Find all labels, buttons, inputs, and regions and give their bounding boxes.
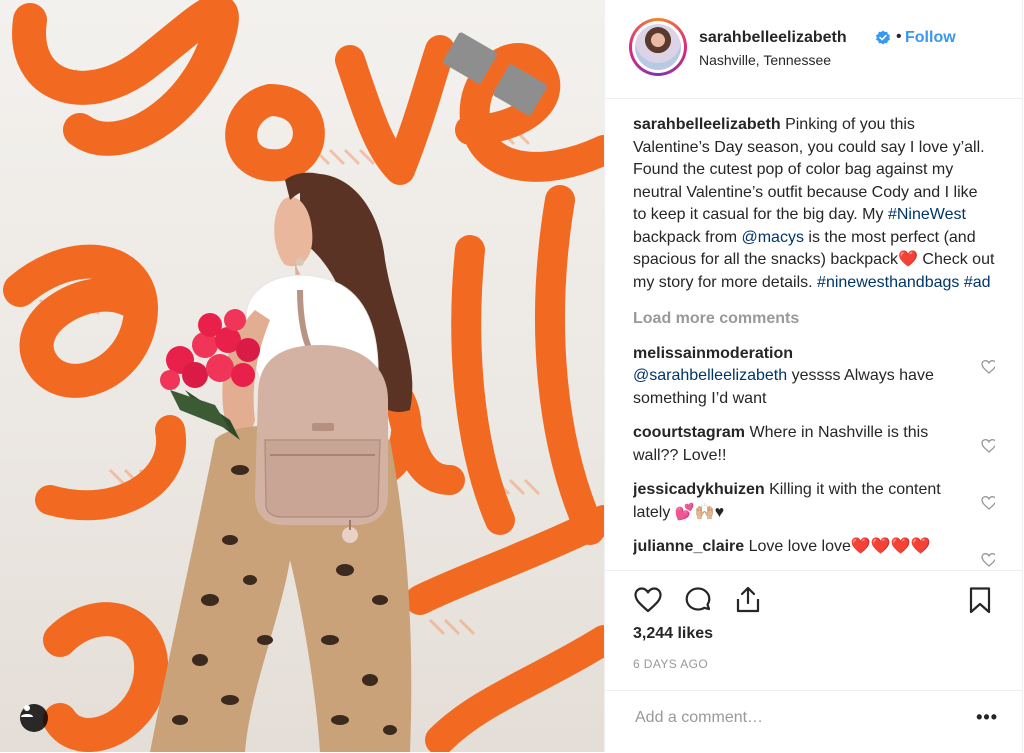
post-actions-bar	[605, 570, 1022, 627]
post-photo[interactable]	[0, 0, 604, 752]
comment-username[interactable]: julianne_claire	[633, 538, 744, 555]
heart-icon[interactable]	[633, 585, 663, 615]
comments-section[interactable]: sarahbelleelizabeth Pinking of you this …	[633, 114, 995, 570]
user-tag-icon	[21, 705, 33, 717]
mention-link[interactable]: @macys	[741, 229, 803, 246]
add-comment-input[interactable]	[633, 705, 957, 731]
likes-count[interactable]: 3,244 likes	[633, 625, 713, 643]
comment-item: coourtstagram Where in Nashville is this…	[633, 422, 995, 467]
post-header: sarahbelleelizabeth • Follow Nashville, …	[605, 0, 1022, 99]
comment-like-heart-icon[interactable]	[981, 495, 995, 511]
more-options-button[interactable]: •••	[976, 707, 998, 728]
post-side-panel: sarahbelleelizabeth • Follow Nashville, …	[604, 0, 1023, 752]
hashtag-link[interactable]: #ad	[964, 274, 991, 291]
comment-like-heart-icon[interactable]	[981, 552, 995, 568]
verified-badge-icon	[876, 30, 890, 45]
avatar-image	[635, 24, 681, 70]
instagram-post: sarahbelleelizabeth • Follow Nashville, …	[0, 0, 1024, 752]
comment-item: julianne_claire Love love love❤️❤️❤️❤️	[633, 536, 995, 567]
follow-button[interactable]: Follow	[905, 29, 956, 47]
comment-like-heart-icon[interactable]	[981, 359, 995, 375]
post-location[interactable]: Nashville, Tennessee	[699, 52, 831, 68]
comment-item: melissainmoderation @sarahbelleelizabeth …	[633, 343, 995, 411]
bookmark-icon[interactable]	[965, 585, 995, 615]
hashtag-link[interactable]: #NineWest	[888, 206, 966, 223]
avatar[interactable]	[629, 18, 687, 76]
post-timestamp[interactable]: 6 DAYS AGO	[633, 657, 708, 671]
share-icon[interactable]	[733, 585, 763, 615]
comment-item: jessicadykhuizen Killing it with the con…	[633, 479, 995, 524]
red-heart-emoji: ❤️	[898, 251, 918, 268]
add-comment-bar: •••	[605, 690, 1022, 753]
comment-text: Love love love❤️❤️❤️❤️	[744, 538, 931, 555]
mural-illustration	[3, 0, 604, 752]
load-more-comments-button[interactable]: Load more comments	[633, 308, 995, 331]
post-caption: sarahbelleelizabeth Pinking of you this …	[633, 116, 995, 291]
caption-username[interactable]: sarahbelleelizabeth	[633, 116, 781, 133]
user-tag-button[interactable]	[20, 704, 48, 732]
separator-dot: •	[896, 28, 902, 45]
comment-username[interactable]: melissainmoderation	[633, 345, 793, 362]
comment-username[interactable]: coourtstagram	[633, 424, 745, 441]
comment-like-heart-icon[interactable]	[981, 438, 995, 454]
hashtag-link[interactable]: #ninewesthandbags	[817, 274, 959, 291]
comment-username[interactable]: jessicadykhuizen	[633, 481, 765, 498]
comment-icon[interactable]	[683, 585, 713, 615]
mention-link[interactable]: @sarahbelleelizabeth	[633, 367, 787, 384]
post-username[interactable]: sarahbelleelizabeth	[699, 29, 847, 47]
